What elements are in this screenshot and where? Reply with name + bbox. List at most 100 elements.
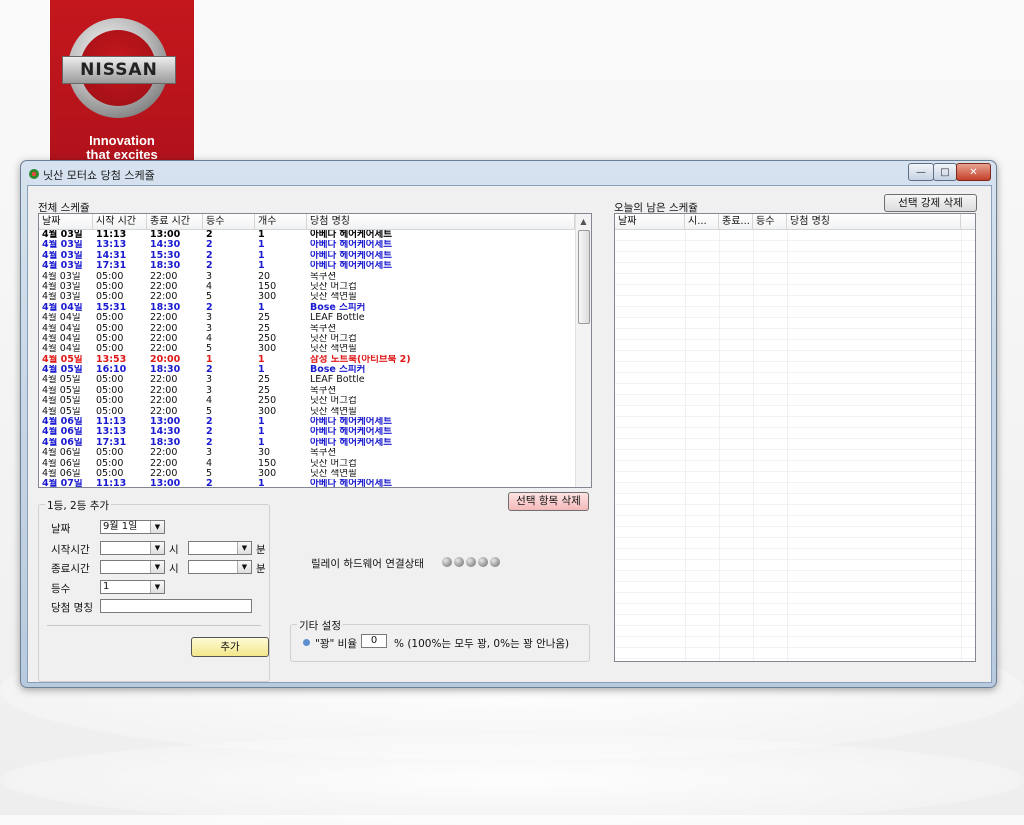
table-row[interactable]: 4월 04일 05:00 22:00 3 25 목쿠션 (39, 324, 591, 334)
cell-prize: 목쿠션 (310, 385, 337, 396)
scroll-thumb[interactable] (578, 230, 590, 324)
force-delete-button[interactable]: 선택 강제 삭제 (884, 194, 977, 212)
table-row[interactable]: 4월 03일 13:13 14:30 2 1 아베다 헤어케어세트 (39, 240, 591, 250)
table-row[interactable]: 4월 05일 05:00 22:00 3 25 목쿠션 (39, 386, 591, 396)
table-row[interactable]: 4월 03일 11:13 13:00 2 1 아베다 헤어케어세트 (39, 230, 591, 240)
cell-date: 4월 03일 (42, 230, 83, 240)
col-rank[interactable]: 등수 (203, 214, 255, 229)
table-row[interactable]: 4월 03일 17:31 18:30 2 1 아베다 헤어케어세트 (39, 261, 591, 271)
all-schedule-list[interactable]: 날짜 시작 시간 종료 시간 등수 개수 당첨 명칭 4월 03일 11:13 13… (38, 213, 592, 488)
table-row[interactable]: 4월 05일 13:53 20:00 1 1 삼성 노트북(아티브북 2) (39, 355, 591, 365)
cell-date: 4월 05일 (42, 375, 81, 386)
table-row[interactable]: 4월 04일 05:00 22:00 4 250 닛산 머그컵 (39, 334, 591, 344)
cell-rank: 2 (206, 427, 213, 438)
cell-prize: 아베다 헤어케어세트 (310, 427, 392, 438)
cell-rank: 2 (206, 250, 213, 261)
chevron-down-icon[interactable]: ▼ (150, 542, 164, 554)
table-row[interactable]: 4월 05일 05:00 22:00 5 300 닛산 색연필 (39, 407, 591, 417)
cell-date: 4월 05일 (42, 396, 81, 407)
cell-start: 15:31 (96, 302, 127, 313)
ratio-label: "꽝" 비율 (315, 638, 357, 650)
table-row[interactable]: 4월 06일 05:00 22:00 3 30 목쿠션 (39, 448, 591, 458)
table-row[interactable]: 4월 05일 16:10 18:30 2 1 Bose 스피커 (39, 365, 591, 375)
chevron-down-icon[interactable]: ▼ (237, 542, 251, 554)
col-end[interactable]: 종료 시간 (147, 214, 203, 229)
cell-start: 05:00 (96, 375, 124, 386)
table-row[interactable]: 4월 03일 05:00 22:00 3 20 목쿠션 (39, 272, 591, 282)
cell-prize: 삼성 노트북(아티브북 2) (310, 354, 411, 365)
cell-end: 22:00 (150, 385, 178, 396)
col-prize[interactable]: 당첨 명칭 (307, 214, 575, 229)
start-hour-select[interactable]: ▼ (100, 541, 165, 555)
add-button[interactable]: 추가 (191, 637, 269, 657)
chevron-down-icon[interactable]: ▼ (150, 521, 164, 533)
today-schedule-list[interactable]: 날짜 시... 종료... 등수 당첨 명칭 (614, 213, 976, 662)
date-select[interactable]: 9월 1일 ▼ (100, 520, 165, 534)
cell-count: 25 (258, 313, 271, 324)
rank-select-value: 1 (103, 581, 110, 592)
end-hour-select[interactable]: ▼ (100, 560, 165, 574)
end-time-label: 종료시간 (51, 563, 90, 575)
table-row[interactable]: 4월 06일 05:00 22:00 5 300 닛산 색연필 (39, 469, 591, 479)
ratio-input[interactable]: 0 (361, 634, 387, 648)
col-start[interactable]: 시작 시간 (93, 214, 147, 229)
cell-rank: 2 (206, 240, 213, 251)
cell-start: 05:00 (96, 406, 124, 417)
table-row[interactable]: 4월 06일 17:31 18:30 2 1 아베다 헤어케어세트 (39, 438, 591, 448)
cell-start: 05:00 (96, 468, 124, 479)
cell-prize: 닛산 머그컵 (310, 458, 357, 469)
table-row[interactable]: 4월 06일 05:00 22:00 4 150 닛산 머그컵 (39, 459, 591, 469)
col-prize[interactable]: 당첨 명칭 (787, 214, 961, 229)
end-minute-select[interactable]: ▼ (188, 560, 252, 574)
table-row[interactable]: 4월 07일 11:13 13:00 2 1 아베다 헤어케어세트 (39, 479, 591, 487)
table-row[interactable]: 4월 04일 15:31 18:30 2 1 Bose 스피커 (39, 303, 591, 313)
cell-end: 22:00 (150, 313, 178, 324)
relay-led-3 (466, 557, 476, 567)
cell-start: 05:00 (96, 313, 124, 324)
cell-prize: 닛산 색연필 (310, 344, 357, 355)
prize-name-input[interactable] (100, 599, 252, 613)
col-date[interactable]: 날짜 (615, 214, 685, 229)
maximize-button[interactable]: □ (933, 163, 957, 181)
title-bar[interactable]: 닛산 모터쇼 당첨 스케쥴 — □ ✕ (21, 161, 996, 185)
table-row[interactable]: 4월 04일 05:00 22:00 3 25 LEAF Bottle (39, 313, 591, 323)
cell-count: 250 (258, 396, 277, 407)
chevron-down-icon[interactable]: ▼ (237, 561, 251, 573)
table-row[interactable]: 4월 04일 05:00 22:00 5 300 닛산 색연필 (39, 344, 591, 354)
chevron-down-icon[interactable]: ▼ (150, 561, 164, 573)
table-row[interactable]: 4월 06일 13:13 14:30 2 1 아베다 헤어케어세트 (39, 427, 591, 437)
table-row[interactable]: 4월 03일 14:31 15:30 2 1 아베다 헤어케어세트 (39, 251, 591, 261)
radio-dot-icon[interactable] (303, 639, 310, 646)
table-row[interactable]: 4월 03일 05:00 22:00 5 300 닛산 색연필 (39, 292, 591, 302)
col-start[interactable]: 시... (685, 214, 719, 229)
brand-name: NISSAN (62, 56, 176, 84)
table-row[interactable]: 4월 05일 05:00 22:00 3 25 LEAF Bottle (39, 375, 591, 385)
cell-count: 150 (258, 458, 277, 469)
end-minute-unit: 분 (256, 563, 266, 575)
cell-date: 4월 04일 (42, 313, 81, 324)
cell-prize: 목쿠션 (310, 323, 337, 334)
cell-end: 22:00 (150, 458, 178, 469)
col-count[interactable]: 개수 (255, 214, 307, 229)
cell-start: 16:10 (96, 365, 127, 376)
table-row[interactable]: 4월 06일 11:13 13:00 2 1 아베다 헤어케어세트 (39, 417, 591, 427)
chevron-down-icon[interactable]: ▼ (150, 581, 164, 593)
table-row[interactable]: 4월 05일 05:00 22:00 4 250 닛산 머그컵 (39, 396, 591, 406)
close-button[interactable]: ✕ (956, 163, 991, 181)
start-minute-select[interactable]: ▼ (188, 541, 252, 555)
empty-grid (615, 230, 975, 661)
cell-prize: 아베다 헤어케어세트 (310, 261, 392, 272)
scroll-up-icon[interactable]: ▲ (576, 214, 591, 229)
cell-rank: 4 (206, 396, 213, 407)
all-schedule-scrollbar[interactable]: ▲ (575, 214, 591, 487)
minimize-button[interactable]: — (908, 163, 934, 181)
rank-select[interactable]: 1 ▼ (100, 580, 165, 594)
col-rank[interactable]: 등수 (753, 214, 787, 229)
date-label: 날짜 (51, 523, 71, 535)
cell-prize: 목쿠션 (310, 271, 337, 282)
col-date[interactable]: 날짜 (39, 214, 93, 229)
col-end[interactable]: 종료... (719, 214, 753, 229)
table-row[interactable]: 4월 03일 05:00 22:00 4 150 닛산 머그컵 (39, 282, 591, 292)
cell-count: 1 (258, 437, 265, 448)
delete-selected-button[interactable]: 선택 항목 삭제 (508, 492, 589, 511)
